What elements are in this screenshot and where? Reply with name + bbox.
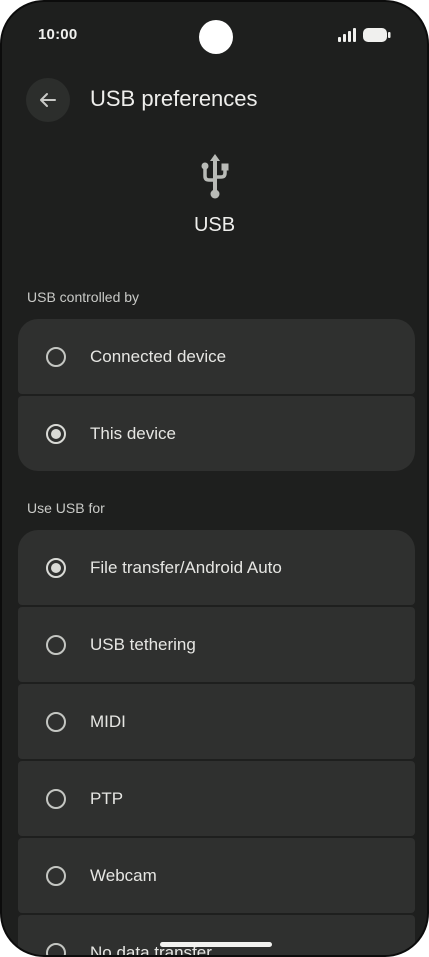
signal-icon xyxy=(338,28,356,42)
back-button[interactable] xyxy=(26,78,70,122)
option-label: USB tethering xyxy=(90,634,196,654)
usb-header: USB xyxy=(2,152,427,237)
option-connected-device[interactable]: Connected device xyxy=(18,319,415,394)
option-label: MIDI xyxy=(90,711,126,731)
controlled-by-group: Connected device This device xyxy=(18,319,415,473)
arrow-back-icon xyxy=(40,93,56,107)
option-this-device[interactable]: This device xyxy=(18,396,415,471)
camera-cutout xyxy=(199,20,233,54)
home-indicator[interactable] xyxy=(160,942,272,947)
option-midi[interactable]: MIDI xyxy=(18,684,415,759)
radio-button[interactable] xyxy=(46,788,66,809)
radio-button-checked[interactable] xyxy=(46,557,66,578)
status-time: 10:00 xyxy=(38,26,78,43)
option-webcam[interactable]: Webcam xyxy=(18,838,415,913)
option-ptp[interactable]: PTP xyxy=(18,761,415,836)
radio-button[interactable] xyxy=(46,942,66,955)
radio-button[interactable] xyxy=(46,865,66,886)
radio-button[interactable] xyxy=(46,711,66,732)
radio-button[interactable] xyxy=(46,346,66,367)
radio-button-checked[interactable] xyxy=(46,423,66,444)
status-icons xyxy=(337,28,391,42)
usb-icon xyxy=(201,154,228,199)
option-file-transfer[interactable]: File transfer/Android Auto xyxy=(18,530,415,605)
phone-screen: 10:00 USB preferences USB USB controlled… xyxy=(0,0,429,957)
use-usb-for-group: File transfer/Android Auto USB tethering… xyxy=(18,530,415,955)
section-label-controlled-by: USB controlled by xyxy=(27,289,140,305)
option-label: PTP xyxy=(90,788,124,808)
option-label: Webcam xyxy=(90,865,157,885)
section-label-use-usb-for: Use USB for xyxy=(27,500,105,516)
usb-label: USB xyxy=(193,214,236,236)
page-title: USB preferences xyxy=(90,86,258,111)
option-label: Connected device xyxy=(90,346,227,366)
status-bar: 10:00 xyxy=(2,2,427,68)
option-label: This device xyxy=(90,423,176,443)
option-no-data-transfer[interactable]: No data transfer xyxy=(18,915,415,955)
option-usb-tethering[interactable]: USB tethering xyxy=(18,607,415,682)
battery-icon xyxy=(363,28,391,42)
app-bar: USB preferences xyxy=(2,72,427,128)
option-label: File transfer/Android Auto xyxy=(90,557,282,577)
radio-button[interactable] xyxy=(46,634,66,655)
